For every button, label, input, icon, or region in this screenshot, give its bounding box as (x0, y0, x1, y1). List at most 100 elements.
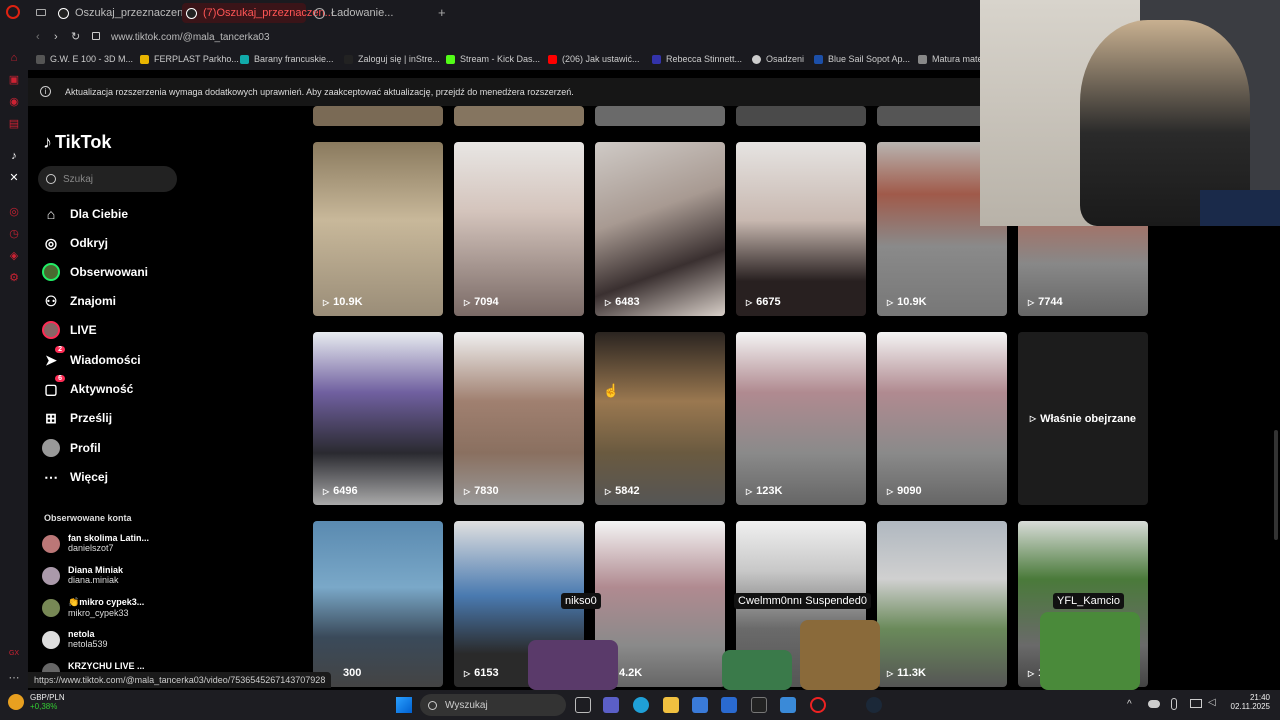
compass-icon: ◎ (44, 234, 58, 251)
messenger-rail-icon[interactable]: ◉ (8, 96, 20, 108)
bookmark-6[interactable]: (206) Jak ustawić... (548, 54, 640, 64)
video-thumbnail[interactable]: ▷ 5842 (595, 332, 725, 505)
loading-icon (314, 7, 325, 19)
store-icon[interactable] (692, 697, 708, 713)
video-thumbnail[interactable]: ▷ 10.9K (313, 142, 443, 316)
bookmark-icon (814, 54, 823, 64)
task-view-icon[interactable] (575, 697, 591, 713)
video-thumbnail[interactable]: ▷ 7094 (454, 142, 584, 316)
nav-dla-ciebie[interactable]: ⌂ Dla Ciebie (42, 205, 128, 223)
nav-obserwowani[interactable]: Obserwowani (42, 263, 148, 281)
bookmark-4[interactable]: Zaloguj się | inStre... (344, 54, 440, 64)
more-rail-icon[interactable]: ⋯ (8, 672, 20, 684)
nav-przeslij[interactable]: ⊞ Prześlij (42, 409, 112, 427)
explorer-icon[interactable] (663, 697, 679, 713)
app-icon[interactable] (751, 697, 767, 713)
bookmark-2[interactable]: FERPLAST Parkho... (140, 54, 239, 64)
chat-name-label: nikso0 (561, 593, 601, 609)
extension-rail-icon[interactable]: ◈ (8, 250, 20, 262)
tab-1[interactable]: Oszukaj_przeznaczenie0... (54, 3, 207, 23)
play-icon: ▷ (1029, 414, 1037, 423)
video-thumbnail-partial[interactable] (595, 106, 725, 126)
clock[interactable]: 21:40 02.11.2025 (1228, 693, 1270, 711)
history-rail-icon[interactable]: ◷ (8, 228, 20, 240)
video-thumbnail[interactable]: ▷ 6496 (313, 332, 443, 505)
search-icon (46, 174, 56, 184)
goblin-sprite (1040, 612, 1140, 690)
player-rail-icon[interactable]: ◎ (8, 206, 20, 218)
account-1[interactable]: fan skolima Latin... danielszot7 (42, 533, 149, 553)
video-thumbnail-partial[interactable] (313, 106, 443, 126)
video-thumbnail-watched[interactable]: ▷ Właśnie obejrzane (1018, 332, 1148, 505)
opera-gx-icon[interactable] (810, 697, 826, 713)
account-4[interactable]: netola netola539 (42, 629, 108, 649)
bookmark-7[interactable]: Rebecca Stinnett... (652, 54, 742, 64)
video-thumbnail[interactable]: ▷ 11.3K (877, 521, 1007, 687)
chat-name-label: YFL_Kamcio (1053, 593, 1124, 609)
video-thumbnail[interactable]: 300 (313, 521, 443, 687)
opera-sidebar: ⌂ ▣ ◉ ▤ ♪ ✕ ◎ ◷ ◈ ⚙ GX ⋯ (0, 26, 28, 690)
nav-wiadomosci[interactable]: ➤ 2 Wiadomości (42, 346, 141, 369)
windows-taskbar: GBP/PLN +0,38% Wyszukaj ^ ◁ 21:40 02.11.2… (0, 690, 1280, 720)
tab-menu-icon[interactable] (36, 9, 46, 16)
tray-chevron-icon[interactable]: ^ (1127, 699, 1132, 710)
video-thumbnail-partial[interactable] (736, 106, 866, 126)
gx-rail-icon[interactable]: ▤ (8, 118, 20, 130)
video-thumbnail[interactable]: ▷ 123K (736, 332, 866, 505)
avatar (42, 567, 60, 585)
video-thumbnail[interactable]: ▷ 6675 (736, 142, 866, 316)
nav-aktywnosc[interactable]: ▢ 6 Aktywność (42, 375, 133, 398)
steam-icon[interactable] (866, 697, 882, 713)
bookmark-5[interactable]: Stream - Kick Das... (446, 54, 540, 64)
play-icon: ▷ (746, 486, 753, 496)
nav-wiecej[interactable]: ⋯ Więcej (42, 468, 108, 486)
scrollbar[interactable] (1274, 430, 1278, 540)
new-tab-button[interactable]: + (438, 5, 446, 20)
video-thumbnail-partial[interactable] (454, 106, 584, 126)
start-button[interactable] (396, 697, 412, 713)
bookmark-3[interactable]: Barany francuskie... (240, 54, 334, 64)
search-input[interactable]: Szukaj (38, 166, 177, 192)
tab-2-active[interactable]: (7)Oszukaj_przeznaczen... (182, 3, 334, 23)
onedrive-icon[interactable] (1148, 700, 1160, 708)
bookmark-8[interactable]: Osadzeni (752, 54, 804, 64)
video-thumbnail[interactable]: ▷ 9090 (877, 332, 1007, 505)
taskbar-search[interactable]: Wyszukaj (420, 694, 566, 716)
tiktok-rail-icon[interactable]: ♪ (8, 150, 20, 162)
video-thumbnail[interactable]: ▷ 6483 (595, 142, 725, 316)
nav-live[interactable]: LIVE (42, 321, 97, 339)
settings-rail-icon[interactable]: ⚙ (8, 272, 20, 284)
tab-3[interactable]: Ładowanie... (310, 3, 430, 23)
nav-profil[interactable]: Profil (42, 439, 101, 457)
nav-znajomi[interactable]: ⚇ Znajomi (42, 292, 116, 310)
nav-odkryj[interactable]: ◎ Odkryj (42, 234, 108, 252)
display-icon[interactable] (1190, 699, 1202, 708)
edge-icon[interactable] (633, 697, 649, 713)
message-badge: 2 (55, 346, 65, 353)
play-icon: ▷ (323, 297, 330, 307)
x-rail-icon[interactable]: ✕ (8, 172, 20, 184)
bookmark-icon (752, 54, 761, 64)
teams-icon[interactable] (603, 697, 619, 713)
ticker-widget[interactable]: GBP/PLN +0,38% (8, 693, 65, 711)
play-icon: ▷ (887, 486, 894, 496)
home-rail-icon[interactable]: ⌂ (8, 52, 20, 64)
watched-label: ▷ Właśnie obejrzane (1029, 412, 1137, 425)
bag-rail-icon[interactable]: ▣ (8, 74, 20, 86)
bookmark-10[interactable]: Matura mate (918, 54, 983, 64)
url-field[interactable]: www.tiktok.com/@mala_tancerka03 (111, 32, 270, 43)
account-3[interactable]: 👏mikro cypek3... mikro_cypek33 (42, 597, 144, 618)
video-thumbnail[interactable]: ▷ 7830 (454, 332, 584, 505)
reload-icon[interactable]: ↻ (71, 30, 80, 43)
bookmark-9[interactable]: Blue Sail Sopot Ap... (814, 54, 910, 64)
app2-icon[interactable] (780, 697, 796, 713)
back-icon[interactable]: ‹ (36, 31, 40, 43)
tiktok-logo[interactable]: ♪ TikTok (43, 132, 111, 153)
account-2[interactable]: Diana Miniak diana.miniak (42, 565, 123, 585)
forward-icon[interactable]: › (54, 31, 58, 43)
mic-icon[interactable] (1171, 698, 1177, 710)
volume-icon[interactable]: ◁ (1208, 697, 1216, 708)
mail-icon[interactable] (721, 697, 737, 713)
opera-logo-icon[interactable] (6, 5, 20, 19)
bookmark-1[interactable]: G.W. E 100 - 3D M... (36, 54, 133, 64)
